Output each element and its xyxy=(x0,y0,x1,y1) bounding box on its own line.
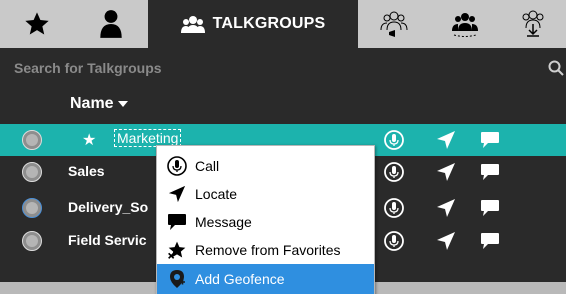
person-icon xyxy=(100,10,122,38)
group-icon xyxy=(180,16,205,33)
search-input[interactable] xyxy=(12,56,526,80)
talkgroup-avatar-icon xyxy=(22,162,42,182)
menu-item-call[interactable]: Call xyxy=(157,152,374,180)
dynamic-group-icon xyxy=(452,13,478,37)
name-column-label: Name xyxy=(70,95,114,112)
favorite-star-icon: ★ xyxy=(82,132,97,149)
sort-down-icon xyxy=(117,100,128,107)
tab-dynamic[interactable] xyxy=(430,0,500,48)
name-column-header[interactable]: Name xyxy=(70,95,128,113)
remove-star-icon xyxy=(168,241,186,259)
message-bubble-icon[interactable] xyxy=(480,130,500,150)
menu-item-remove-favorites[interactable]: Remove from Favorites xyxy=(157,236,374,264)
locate-arrow-icon xyxy=(168,185,186,203)
message-bubble-icon[interactable] xyxy=(480,198,500,218)
menu-item-message[interactable]: Message xyxy=(157,208,374,236)
geofence-icon xyxy=(170,270,185,288)
locate-arrow-icon[interactable] xyxy=(436,231,456,251)
menu-item-message-label: Message xyxy=(195,214,252,230)
tab-broadcast[interactable] xyxy=(358,0,430,48)
talkgroup-name: Field Servic xyxy=(68,232,147,248)
menu-item-add-geofence-label: Add Geofence xyxy=(195,271,285,287)
tab-talkgroups-label: TALKGROUPS xyxy=(212,15,326,32)
mic-icon[interactable] xyxy=(384,162,404,182)
tab-import[interactable] xyxy=(500,0,566,48)
talkgroup-name: Sales xyxy=(68,163,105,179)
menu-item-locate[interactable]: Locate xyxy=(157,180,374,208)
broadcast-group-icon xyxy=(380,11,408,37)
message-bubble-icon[interactable] xyxy=(480,162,500,182)
search-icon[interactable] xyxy=(548,60,564,76)
talkgroups-panel: TALKGROUPS Name ★ Marketing Sales xyxy=(0,0,566,294)
list-header: Name xyxy=(0,88,566,124)
mic-icon[interactable] xyxy=(384,198,404,218)
tab-favorites[interactable] xyxy=(0,0,74,48)
tab-bar: TALKGROUPS xyxy=(0,0,566,48)
menu-item-call-label: Call xyxy=(195,158,220,174)
locate-arrow-icon[interactable] xyxy=(436,162,456,182)
mic-icon[interactable] xyxy=(384,130,404,150)
locate-arrow-icon[interactable] xyxy=(436,198,456,218)
tab-contacts[interactable] xyxy=(74,0,148,48)
menu-item-remove-favorites-label: Remove from Favorites xyxy=(195,242,341,258)
talkgroup-avatar-icon xyxy=(22,198,42,218)
message-bubble-icon[interactable] xyxy=(480,231,500,251)
search-bar xyxy=(0,48,566,88)
mic-icon xyxy=(167,156,187,176)
menu-item-add-geofence[interactable]: Add Geofence xyxy=(157,264,374,294)
talkgroup-name: Delivery_So xyxy=(68,199,149,215)
mic-icon[interactable] xyxy=(384,231,404,251)
menu-item-locate-label: Locate xyxy=(195,186,238,202)
download-group-icon xyxy=(522,10,544,37)
message-bubble-icon xyxy=(168,214,186,230)
talkgroup-avatar-icon xyxy=(22,130,42,150)
tab-talkgroups[interactable]: TALKGROUPS xyxy=(148,0,358,48)
talkgroup-avatar-icon xyxy=(22,231,42,251)
context-menu: Call Locate Message Remove from Favorite… xyxy=(156,145,375,294)
star-icon xyxy=(25,12,49,35)
locate-arrow-icon[interactable] xyxy=(436,130,456,150)
